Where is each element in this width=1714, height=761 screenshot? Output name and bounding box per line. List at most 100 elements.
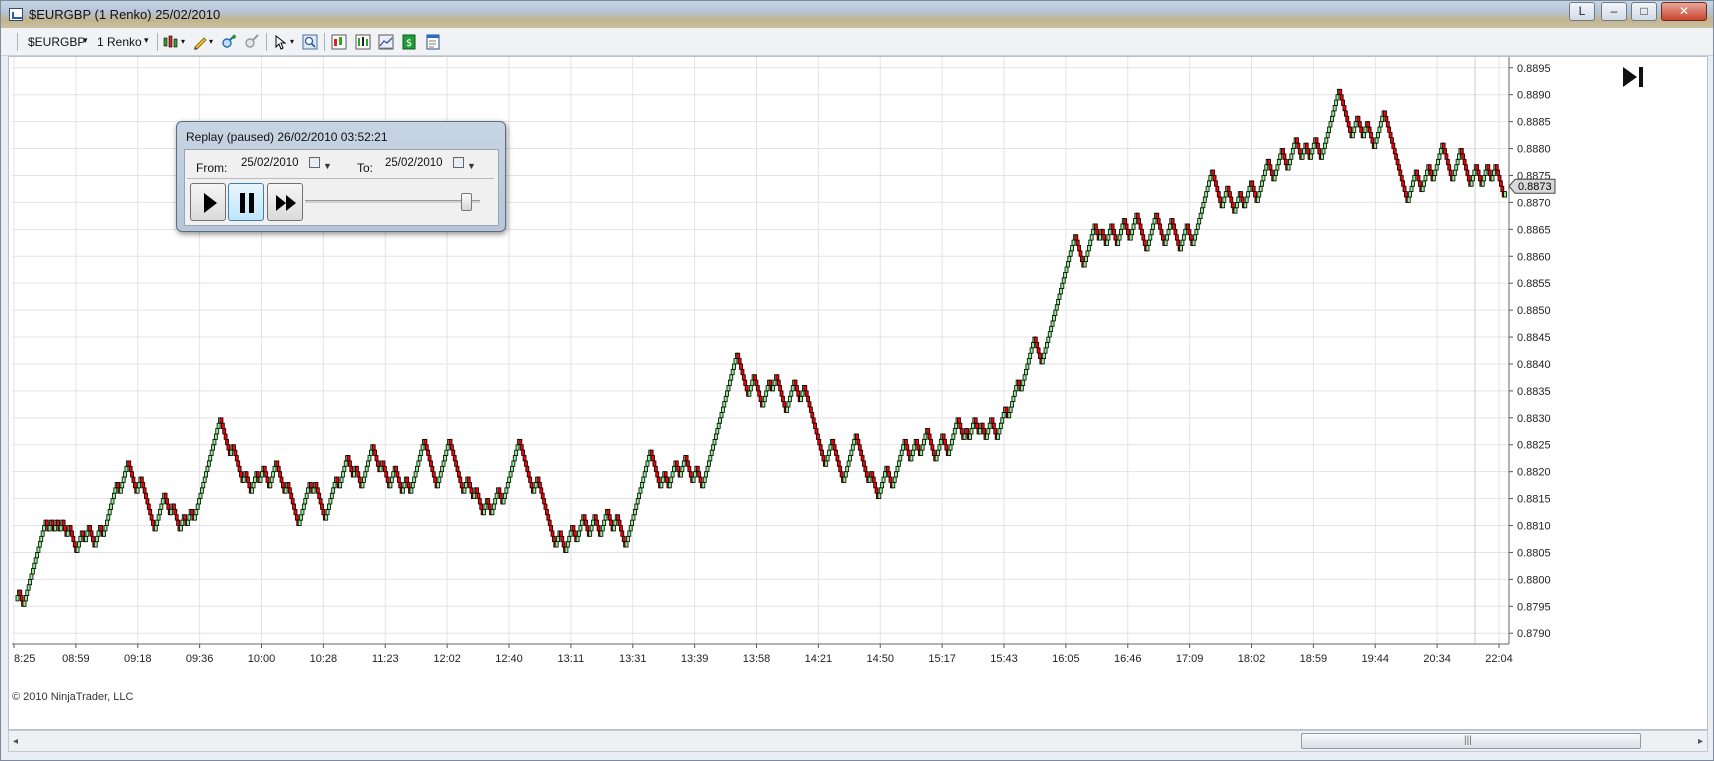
- horizontal-scrollbar[interactable]: ◂ ||| ▸: [8, 730, 1708, 752]
- zoom-out-icon[interactable]: [244, 34, 260, 50]
- down-brick: [1356, 115, 1361, 123]
- interval-dropdown-arrow[interactable]: ▾: [144, 35, 149, 46]
- down-brick: [290, 498, 295, 505]
- down-brick: [582, 514, 587, 521]
- bar-type-dropdown-arrow[interactable]: ▾: [181, 37, 185, 46]
- order-ticket-icon[interactable]: [425, 34, 441, 50]
- zoom-in-icon[interactable]: [221, 34, 237, 50]
- down-brick: [71, 535, 76, 543]
- to-label: To:: [357, 161, 374, 175]
- up-brick: [627, 530, 632, 537]
- up-brick: [251, 482, 256, 489]
- down-brick: [236, 460, 241, 467]
- down-brick: [1113, 234, 1118, 241]
- down-brick: [1346, 121, 1351, 128]
- magnifier-icon[interactable]: [302, 34, 318, 50]
- down-brick: [1126, 228, 1130, 236]
- down-brick: [529, 482, 534, 489]
- up-brick: [1243, 202, 1248, 209]
- strategies-icon[interactable]: [378, 34, 394, 50]
- replay-speed-track[interactable]: [305, 200, 480, 203]
- down-brick: [173, 508, 178, 516]
- maximize-button[interactable]: □: [1631, 2, 1657, 21]
- up-brick: [325, 508, 330, 516]
- link-button[interactable]: L: [1569, 2, 1595, 21]
- down-brick: [237, 465, 242, 473]
- up-brick: [103, 525, 108, 532]
- up-brick: [1353, 121, 1358, 128]
- down-brick: [811, 417, 816, 424]
- scroll-left-arrow[interactable]: ◂: [13, 736, 18, 747]
- down-brick: [226, 444, 231, 451]
- calendar-icon[interactable]: [453, 157, 464, 168]
- down-brick: [808, 406, 813, 413]
- down-brick: [926, 428, 931, 435]
- close-button[interactable]: ✕: [1661, 2, 1707, 21]
- down-brick: [1357, 121, 1362, 128]
- instrument-selector[interactable]: $EURGBP: [28, 35, 85, 49]
- cursor-icon[interactable]: [273, 34, 289, 50]
- up-brick: [1207, 180, 1211, 187]
- down-brick: [262, 465, 267, 473]
- down-brick: [1448, 169, 1453, 176]
- down-brick: [1304, 142, 1309, 149]
- drawing-dropdown-arrow[interactable]: ▾: [209, 37, 213, 46]
- down-brick: [225, 438, 229, 446]
- down-brick: [1158, 223, 1162, 230]
- calendar-icon[interactable]: [309, 157, 320, 168]
- up-brick: [909, 455, 914, 462]
- up-brick: [77, 541, 81, 548]
- cursor-dropdown-arrow[interactable]: ▾: [290, 37, 294, 46]
- scrollbar-thumb[interactable]: |||: [1301, 733, 1641, 749]
- up-brick: [1008, 406, 1013, 413]
- fast-forward-icon: [276, 195, 296, 211]
- down-brick: [318, 498, 323, 505]
- title-bar[interactable]: $EURGBP (1 Renko) 25/02/2010 L – □ ✕: [1, 1, 1713, 28]
- down-brick: [232, 444, 236, 451]
- down-brick: [475, 487, 479, 494]
- up-brick: [720, 406, 725, 413]
- replay-speed-slider[interactable]: [460, 193, 472, 211]
- from-label: From:: [196, 161, 228, 175]
- chart-properties-icon[interactable]: [331, 34, 347, 50]
- pause-button[interactable]: [228, 183, 264, 221]
- pause-icon: [240, 193, 254, 213]
- down-brick: [1074, 234, 1079, 241]
- up-brick: [505, 482, 510, 489]
- drawing-pencil-icon[interactable]: [192, 34, 208, 50]
- fast-forward-button[interactable]: [267, 183, 303, 221]
- indicators-icon[interactable]: [355, 34, 371, 50]
- x-tick-label: 15:17: [928, 653, 956, 665]
- down-brick: [757, 390, 762, 397]
- bar-type-icon[interactable]: [163, 34, 179, 50]
- data-box-icon[interactable]: $: [401, 34, 417, 50]
- replay-panel[interactable]: Replay (paused) 26/02/2010 03:52:21 From…: [176, 121, 506, 232]
- up-brick: [195, 503, 200, 510]
- up-brick: [241, 476, 246, 483]
- down-brick: [314, 482, 319, 489]
- down-brick: [1497, 175, 1502, 182]
- up-brick: [1409, 185, 1414, 193]
- up-brick: [1098, 234, 1102, 241]
- up-brick: [996, 433, 1000, 440]
- up-brick: [1482, 175, 1487, 182]
- down-brick: [174, 514, 179, 521]
- chevron-down-icon[interactable]: ▼: [323, 157, 332, 175]
- up-brick: [852, 438, 857, 446]
- down-brick: [1142, 239, 1147, 246]
- scroll-right-arrow[interactable]: ▸: [1698, 736, 1703, 747]
- from-date-picker[interactable]: 25/02/2010 ▼: [237, 154, 335, 174]
- chevron-down-icon[interactable]: ▼: [467, 157, 476, 175]
- to-date-picker[interactable]: 25/02/2010 ▼: [381, 154, 479, 174]
- up-brick: [1010, 401, 1014, 408]
- up-brick: [1024, 368, 1028, 376]
- down-brick: [653, 465, 658, 473]
- interval-selector[interactable]: 1 Renko: [97, 35, 142, 49]
- minimize-button[interactable]: –: [1601, 2, 1627, 21]
- up-brick: [771, 385, 776, 392]
- instrument-dropdown-arrow[interactable]: ▾: [83, 35, 88, 46]
- play-button[interactable]: [190, 183, 226, 221]
- scroll-to-end-icon[interactable]: [1621, 65, 1647, 89]
- up-brick: [1352, 126, 1357, 133]
- down-brick: [1215, 185, 1220, 193]
